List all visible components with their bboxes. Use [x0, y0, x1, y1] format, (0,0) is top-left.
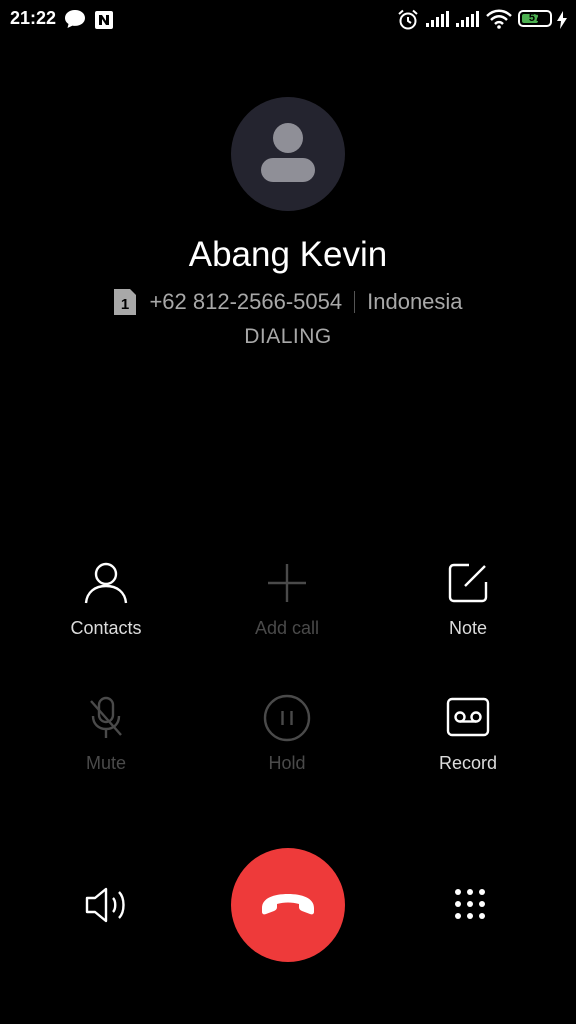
mic-off-icon	[90, 696, 122, 738]
battery-level: 57	[528, 12, 542, 24]
speaker-icon	[85, 887, 125, 923]
hang-up-phone-icon	[262, 894, 314, 915]
record-tape-icon	[446, 697, 490, 737]
contacts-label: Contacts	[70, 618, 142, 638]
wifi-icon	[486, 9, 512, 34]
speaker-button[interactable]	[80, 881, 134, 929]
status-bar: 21:22 57	[0, 0, 576, 40]
sim-card-icon: 1	[113, 288, 137, 316]
signal-icon	[425, 10, 449, 33]
signal-icon	[455, 10, 479, 33]
info-divider	[354, 291, 356, 313]
dialpad-icon	[455, 889, 485, 919]
pause-icon	[263, 694, 311, 742]
caller-number: +62 812-2566-5054	[149, 289, 343, 314]
end-call-button[interactable]	[231, 848, 345, 962]
caller-location: Indonesia	[367, 289, 463, 314]
sim-slot-number: 1	[121, 296, 129, 313]
dialpad-button[interactable]	[448, 882, 492, 926]
note-label: Note	[448, 618, 488, 638]
hold-button[interactable]: Hold	[207, 694, 367, 774]
note-button[interactable]: Note	[388, 560, 548, 639]
plus-icon	[268, 564, 306, 602]
record-button[interactable]: Record	[388, 695, 548, 774]
caller-name: Abang Kevin	[188, 235, 388, 274]
person-placeholder-icon	[261, 123, 315, 182]
call-status: DIALING	[244, 325, 332, 348]
add-call-label: Add call	[254, 618, 320, 638]
record-label: Record	[438, 753, 498, 773]
mute-button[interactable]: Mute	[26, 695, 186, 774]
status-time: 21:22	[10, 8, 57, 28]
battery-icon: 57	[518, 10, 552, 27]
hold-label: Hold	[268, 753, 306, 773]
note-edit-icon	[448, 563, 488, 603]
chat-bubble-icon	[64, 9, 86, 34]
person-icon	[84, 562, 128, 604]
n-notification-icon	[94, 10, 114, 35]
mute-label: Mute	[85, 753, 127, 773]
contacts-button[interactable]: Contacts	[26, 560, 186, 639]
avatar	[231, 97, 345, 211]
caller-info: 1 +62 812-2566-5054 Indonesia	[0, 286, 576, 318]
charging-icon	[556, 11, 568, 34]
add-call-button[interactable]: Add call	[207, 560, 367, 639]
alarm-icon	[397, 9, 419, 36]
